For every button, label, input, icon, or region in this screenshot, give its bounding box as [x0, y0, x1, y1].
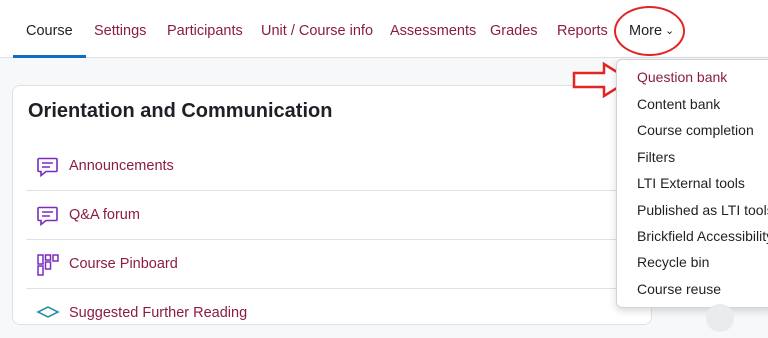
secondary-navigation: Course Settings Participants Unit / Cour… [0, 0, 768, 58]
more-dropdown-menu: Question bank Content bank Course comple… [616, 59, 768, 308]
menu-item-lti-external-tools[interactable]: LTI External tools [637, 175, 745, 191]
menu-item-course-completion[interactable]: Course completion [637, 122, 754, 138]
tab-reports[interactable]: Reports [557, 0, 608, 58]
activity-row[interactable]: Q&A forum [26, 191, 646, 240]
activity-link[interactable]: Announcements [69, 158, 174, 174]
tab-more-label: More [629, 23, 663, 39]
menu-item-content-bank[interactable]: Content bank [637, 96, 720, 112]
tab-assessments[interactable]: Assessments [390, 0, 476, 58]
forum-icon [36, 155, 60, 179]
activity-row[interactable]: Course Pinboard [26, 240, 646, 289]
tab-unit-course-info[interactable]: Unit / Course info [261, 0, 373, 58]
tab-settings[interactable]: Settings [94, 0, 146, 58]
activity-row[interactable]: Suggested Further Reading [26, 289, 646, 338]
menu-item-recycle-bin[interactable]: Recycle bin [637, 254, 709, 270]
menu-item-question-bank[interactable]: Question bank [637, 69, 727, 85]
activity-link[interactable]: Course Pinboard [69, 256, 178, 272]
menu-item-brickfield-accessibility[interactable]: Brickfield Accessibility+ [637, 228, 768, 244]
activity-row[interactable]: Announcements [26, 142, 646, 191]
book-icon [36, 302, 60, 326]
menu-item-course-reuse[interactable]: Course reuse [637, 281, 721, 297]
tab-grades[interactable]: Grades [490, 0, 538, 58]
activity-link[interactable]: Suggested Further Reading [69, 305, 247, 321]
tab-course[interactable]: Course [13, 0, 86, 58]
forum-icon [36, 204, 60, 228]
menu-item-published-as-lti-tools[interactable]: Published as LTI tools [637, 202, 768, 218]
menu-item-filters[interactable]: Filters [637, 149, 675, 165]
floating-button[interactable] [706, 304, 734, 332]
tab-more[interactable]: More ⌄ [629, 0, 674, 58]
pinboard-icon [36, 253, 60, 277]
chevron-down-icon: ⌄ [665, 25, 675, 37]
section-title: Orientation and Communication [28, 100, 333, 122]
course-section: Orientation and Communication Announceme… [12, 85, 652, 325]
tab-participants[interactable]: Participants [167, 0, 243, 58]
activity-link[interactable]: Q&A forum [69, 207, 140, 223]
